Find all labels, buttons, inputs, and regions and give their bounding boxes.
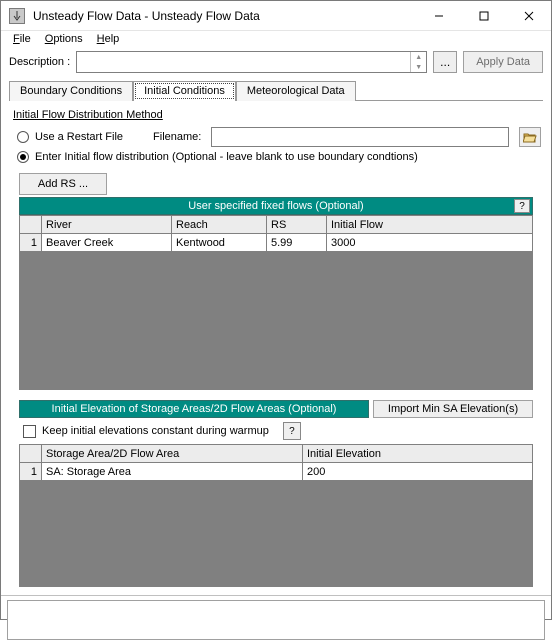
menu-help[interactable]: Help [91,31,126,47]
tab-initial-conditions[interactable]: Initial Conditions [133,81,236,101]
reach-cell[interactable]: Kentwood [172,234,267,252]
storage-area-cell[interactable]: SA: Storage Area [42,463,303,481]
col-river[interactable]: River [42,216,172,234]
titlebar: Unsteady Flow Data - Unsteady Flow Data [1,1,551,31]
rownum-header [20,216,42,234]
add-rs-button[interactable]: Add RS ... [19,173,107,195]
keep-elev-row: Keep initial elevations constant during … [23,422,533,440]
sa-header-row: Initial Elevation of Storage Areas/2D Fl… [19,400,533,418]
tab-content-initial: Initial Flow Distribution Method Use a R… [1,101,551,595]
rownum-cell: 1 [20,463,42,481]
keep-elev-label: Keep initial elevations constant during … [42,425,269,437]
import-min-sa-button[interactable]: Import Min SA Elevation(s) [373,400,533,418]
enter-initial-radio[interactable] [17,151,29,163]
col-reach[interactable]: Reach [172,216,267,234]
rownum-cell: 1 [20,234,42,252]
sa-table: Storage Area/2D Flow Area Initial Elevat… [19,444,533,481]
col-initial-flow[interactable]: Initial Flow [327,216,533,234]
initial-flow-cell[interactable]: 3000 [327,234,533,252]
apply-data-button[interactable]: Apply Data [463,51,543,73]
fixed-flows-help-button[interactable]: ? [514,199,530,213]
status-inset [7,600,545,640]
fixed-flows-table: River Reach RS Initial Flow 1 Beaver Cre… [19,215,533,252]
filename-label: Filename: [153,131,201,143]
enter-initial-row: Enter Initial flow distribution (Optiona… [17,151,541,163]
restart-file-radio[interactable] [17,131,29,143]
ifdm-title: Initial Flow Distribution Method [13,109,541,121]
tabs: Boundary Conditions Initial Conditions M… [1,77,551,101]
menu-options[interactable]: Options [39,31,89,47]
window-title: Unsteady Flow Data - Unsteady Flow Data [31,9,416,23]
open-file-button[interactable] [519,127,541,147]
description-input[interactable]: ▲ ▼ [76,51,427,73]
rs-cell[interactable]: 5.99 [267,234,327,252]
description-more-button[interactable]: ... [433,51,457,73]
sa-header: Initial Elevation of Storage Areas/2D Fl… [19,400,369,418]
keep-elev-help-button[interactable]: ? [283,422,301,440]
enter-initial-label: Enter Initial flow distribution (Optiona… [35,151,418,163]
maximize-button[interactable] [461,1,506,30]
spin-up-icon[interactable]: ▲ [410,52,426,62]
col-storage-area[interactable]: Storage Area/2D Flow Area [42,445,303,463]
fixed-flows-block: User specified fixed flows (Optional) ? … [19,197,533,390]
menubar: File Options Help [1,31,551,47]
table-row: 1 Beaver Creek Kentwood 5.99 3000 [20,234,533,252]
river-cell[interactable]: Beaver Creek [42,234,172,252]
app-icon [9,8,25,24]
menu-file[interactable]: File [7,31,37,47]
tab-boundary-conditions[interactable]: Boundary Conditions [9,81,133,101]
table-row: 1 SA: Storage Area 200 [20,463,533,481]
initial-elevation-cell[interactable]: 200 [303,463,533,481]
description-row: Description : ▲ ▼ ... Apply Data [1,47,551,77]
restart-file-row: Use a Restart File Filename: [17,127,541,147]
rownum-header [20,445,42,463]
tab-meteorological-data[interactable]: Meteorological Data [236,81,356,101]
spin-down-icon[interactable]: ▼ [410,62,426,72]
keep-elev-checkbox[interactable] [23,425,36,438]
sa-header-label: Initial Elevation of Storage Areas/2D Fl… [52,403,337,415]
fixed-flows-empty-area [19,252,533,390]
sa-empty-area [19,481,533,587]
minimize-button[interactable] [416,1,461,30]
fixed-flows-header: User specified fixed flows (Optional) ? [19,197,533,215]
col-initial-elevation[interactable]: Initial Elevation [303,445,533,463]
close-button[interactable] [506,1,551,30]
table-header-row: Storage Area/2D Flow Area Initial Elevat… [20,445,533,463]
filename-input[interactable] [211,127,509,147]
col-rs[interactable]: RS [267,216,327,234]
description-value[interactable] [77,52,410,72]
sa-table-block: Storage Area/2D Flow Area Initial Elevat… [19,444,533,587]
table-header-row: River Reach RS Initial Flow [20,216,533,234]
restart-file-label: Use a Restart File [35,131,123,143]
description-label: Description : [9,56,70,68]
description-spinner[interactable]: ▲ ▼ [410,52,426,72]
fixed-flows-header-label: User specified fixed flows (Optional) [188,200,363,212]
